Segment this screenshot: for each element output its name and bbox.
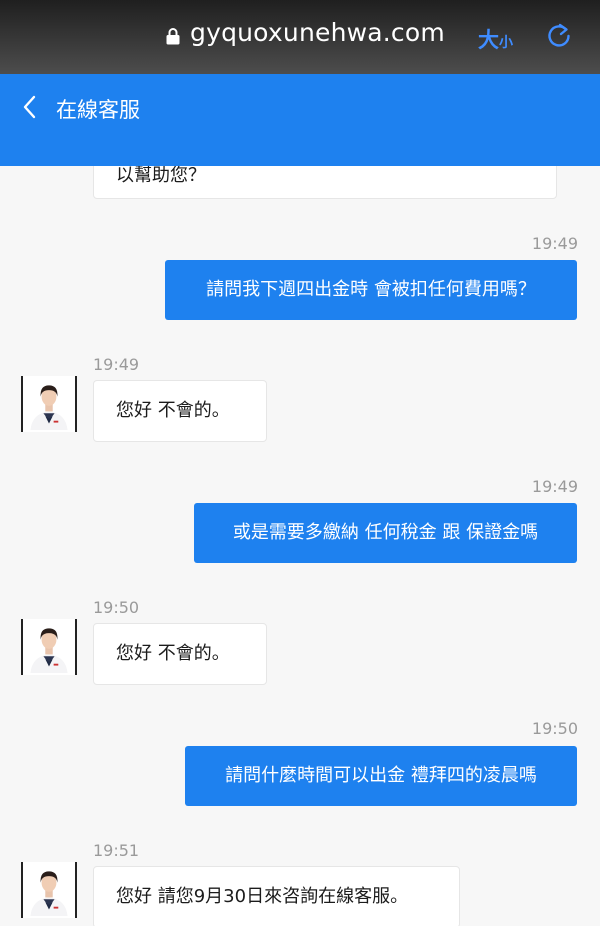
page-title: 在線客服: [56, 98, 140, 122]
user-message: 或是需要多繳納 任何稅金 跟 保證金嗎: [194, 503, 577, 563]
text-size-button[interactable]: 大小: [478, 24, 513, 54]
message-timestamp: 19:49: [93, 355, 140, 374]
message-text: 您好 不會的。: [116, 400, 230, 421]
message-text: 您好 請您9月30日來咨詢在線客服。: [116, 886, 409, 907]
message-text: 您好 不會的。: [116, 643, 230, 664]
message-timestamp: 19:50: [93, 598, 140, 617]
agent-message: 以幫助您？: [93, 166, 557, 199]
agent-message: 您好 請您9月30日來咨詢在線客服。: [93, 866, 460, 926]
lock-icon: [166, 28, 180, 45]
text-size-big-label: 大: [478, 28, 499, 52]
message-text: 請問什麼時間可以出金 禮拜四的凌晨嗎: [225, 765, 537, 786]
user-message: 請問什麼時間可以出金 禮拜四的凌晨嗎: [185, 746, 577, 806]
url-text[interactable]: gyquoxunehwa.com: [190, 18, 445, 47]
refresh-icon[interactable]: [545, 22, 573, 50]
message-timestamp: 19:49: [531, 477, 578, 496]
browser-address-bar: gyquoxunehwa.com 大小: [0, 0, 600, 74]
agent-avatar: [21, 376, 77, 432]
message-timestamp: 19:49: [531, 234, 578, 253]
message-timestamp: 19:50: [531, 719, 578, 738]
message-text: 或是需要多繳納 任何稅金 跟 保證金嗎: [232, 522, 539, 543]
message-text: 以幫助您？: [116, 166, 206, 186]
agent-avatar-icon: [23, 621, 75, 673]
agent-message: 您好 不會的。: [93, 623, 267, 685]
message-timestamp: 19:51: [93, 841, 140, 860]
chat-message-list[interactable]: 以幫助您？ 19:49 請問我下週四出金時 會被扣任何費用嗎？ 19:49 您好…: [0, 166, 600, 926]
chat-header: 在線客服: [0, 74, 600, 166]
message-text: 請問我下週四出金時 會被扣任何費用嗎？: [206, 279, 536, 300]
user-message: 請問我下週四出金時 會被扣任何費用嗎？: [165, 260, 577, 320]
agent-avatar-icon: [23, 378, 75, 430]
agent-avatar: [21, 619, 77, 675]
chevron-left-icon[interactable]: [20, 94, 40, 120]
agent-avatar-icon: [23, 864, 75, 916]
agent-message: 您好 不會的。: [93, 380, 267, 442]
agent-avatar: [21, 862, 77, 918]
text-size-small-label: 小: [499, 35, 513, 51]
